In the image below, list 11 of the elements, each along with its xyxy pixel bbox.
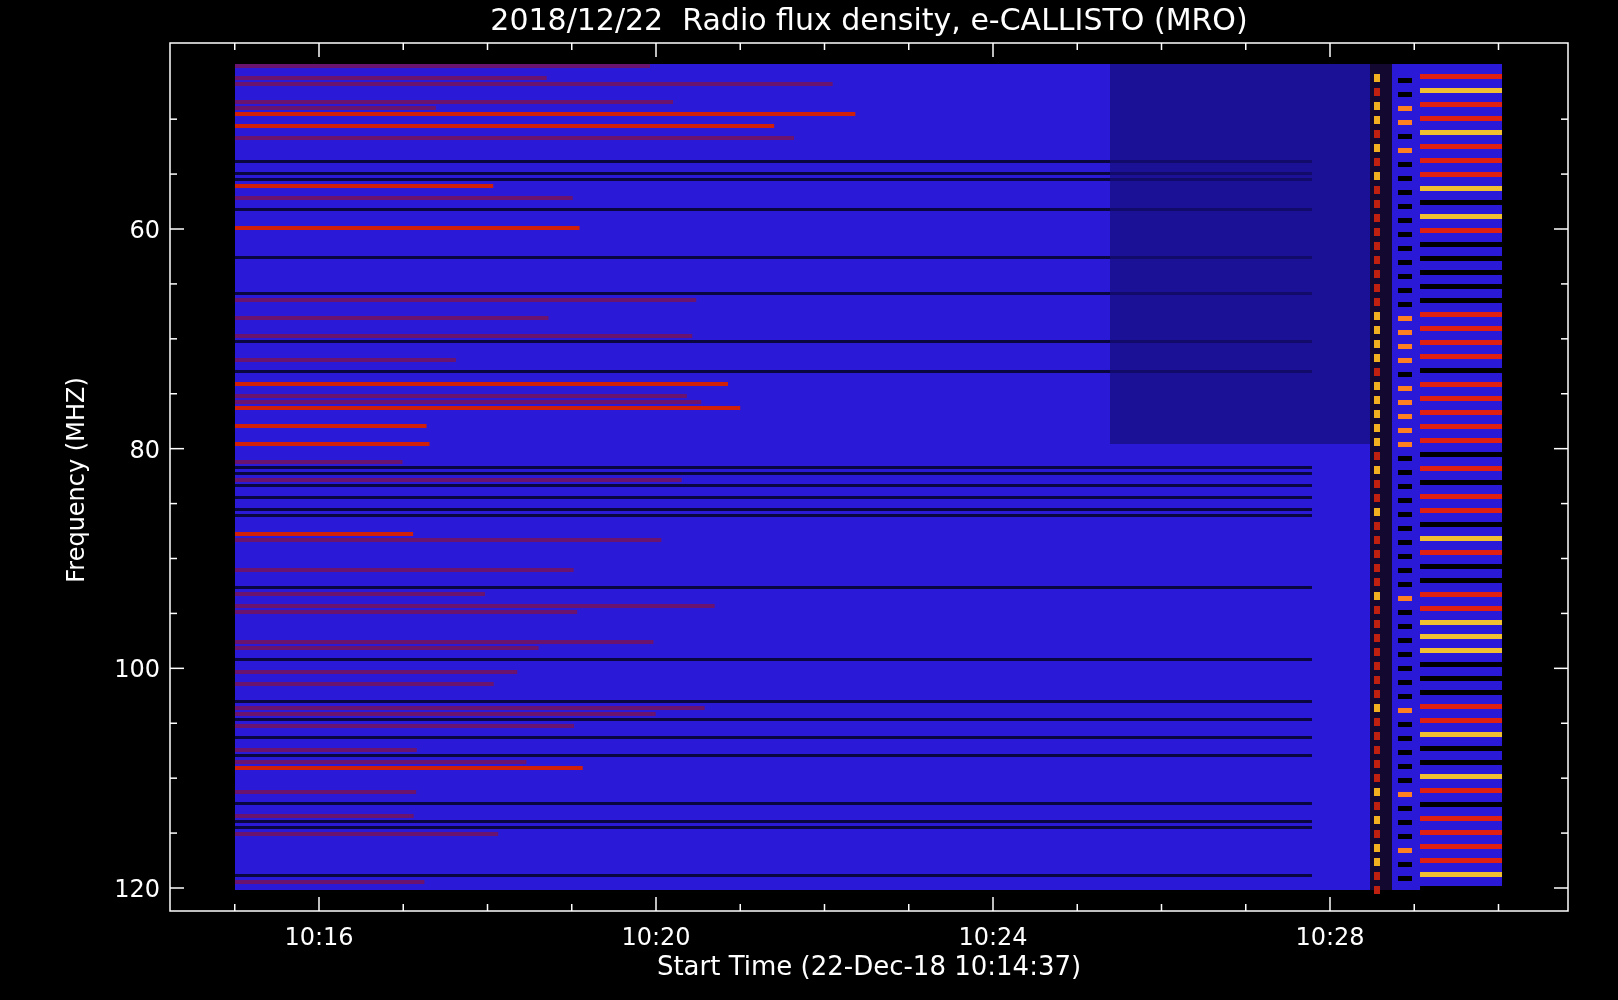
plot-title: 2018/12/22 Radio flux density, e-CALLISTO (MRO) [490,2,1248,37]
tick-label: 10:24 [958,923,1028,951]
tick-label: 60 [129,216,160,244]
tick-label: 10:20 [621,923,691,951]
tick-label: 10:16 [284,923,354,951]
axis-label: Start Time (22-Dec-18 10:14:37) [656,951,1082,981]
tick-label: 10:28 [1295,923,1365,951]
tick-label: 80 [129,435,160,464]
axis-label: Frequency (MHZ) [62,377,90,583]
tick-label: 120 [114,875,160,903]
tick-label: 100 [114,655,160,684]
